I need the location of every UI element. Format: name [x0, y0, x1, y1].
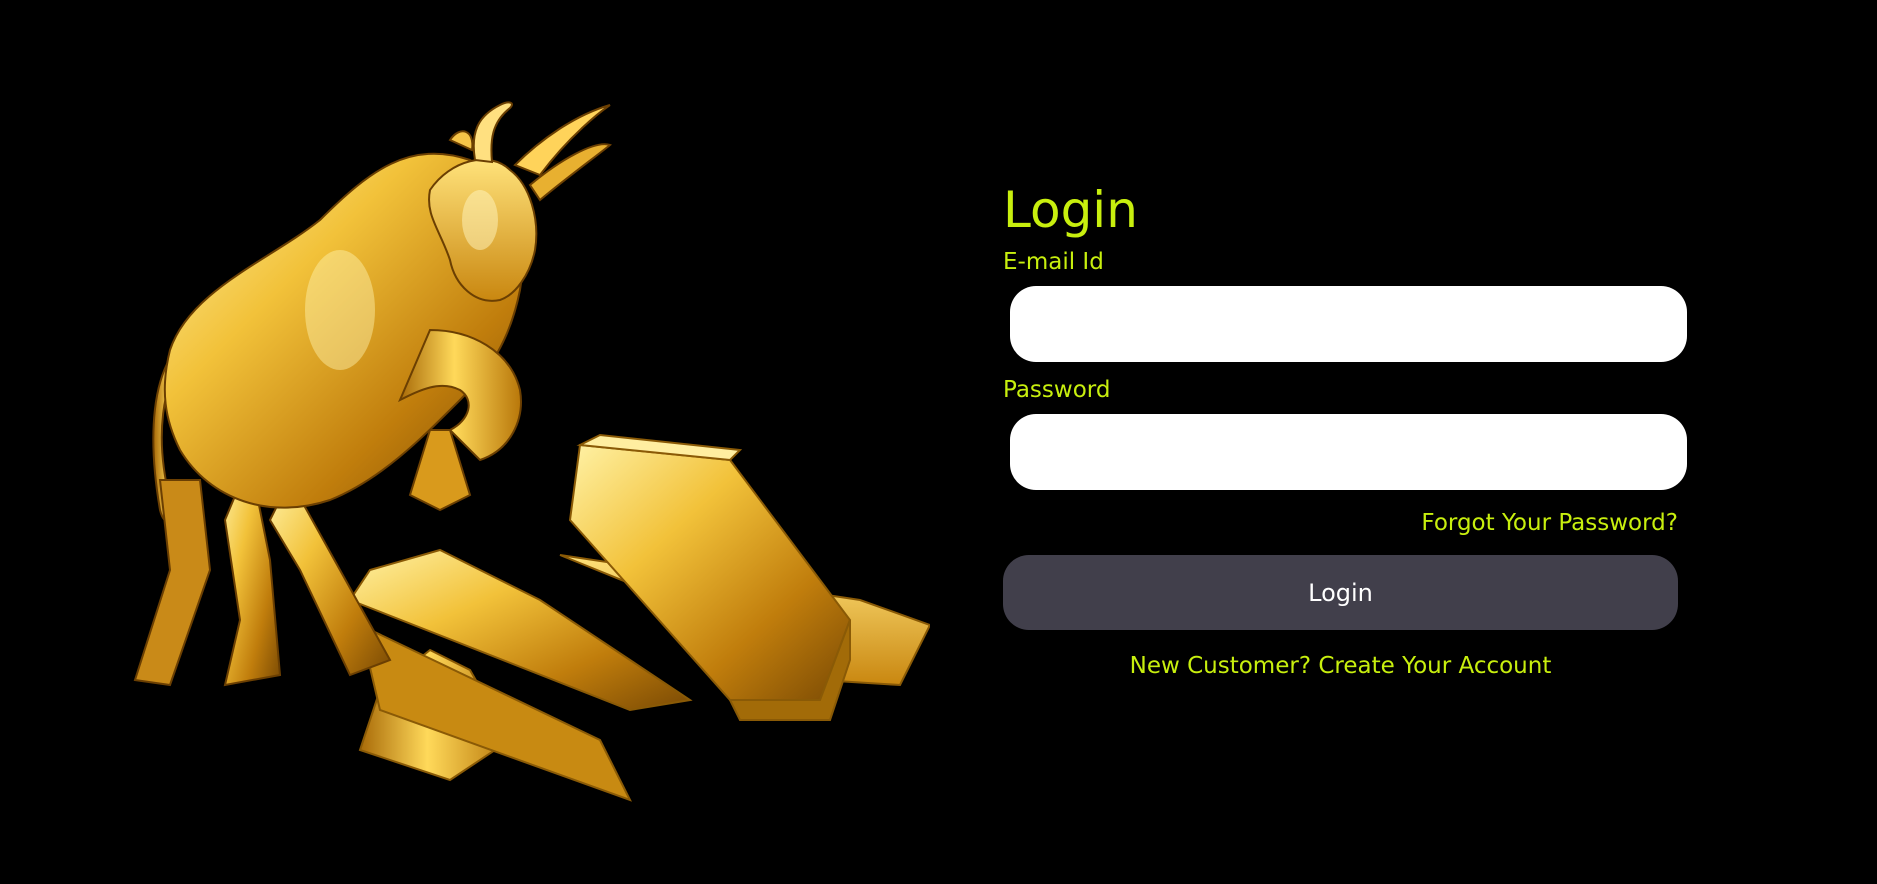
email-label: E-mail Id — [1003, 249, 1104, 275]
email-input[interactable] — [1010, 286, 1687, 362]
forgot-password-row: Forgot Your Password? — [1003, 507, 1678, 539]
login-title: Login — [1003, 181, 1138, 239]
password-label: Password — [1003, 377, 1111, 403]
gold-bull-image — [133, 101, 930, 802]
register-row: New Customer? Create Your Account — [1003, 650, 1678, 682]
create-account-link[interactable]: New Customer? Create Your Account — [1130, 653, 1552, 679]
login-button[interactable]: Login — [1003, 555, 1678, 630]
login-page: Login E-mail Id Password Forgot Your Pas… — [0, 0, 1877, 884]
forgot-password-link[interactable]: Forgot Your Password? — [1421, 510, 1678, 536]
password-input[interactable] — [1010, 414, 1687, 490]
login-form: Login E-mail Id Password Forgot Your Pas… — [1003, 178, 1687, 682]
gold-bull-illustration — [130, 100, 930, 810]
